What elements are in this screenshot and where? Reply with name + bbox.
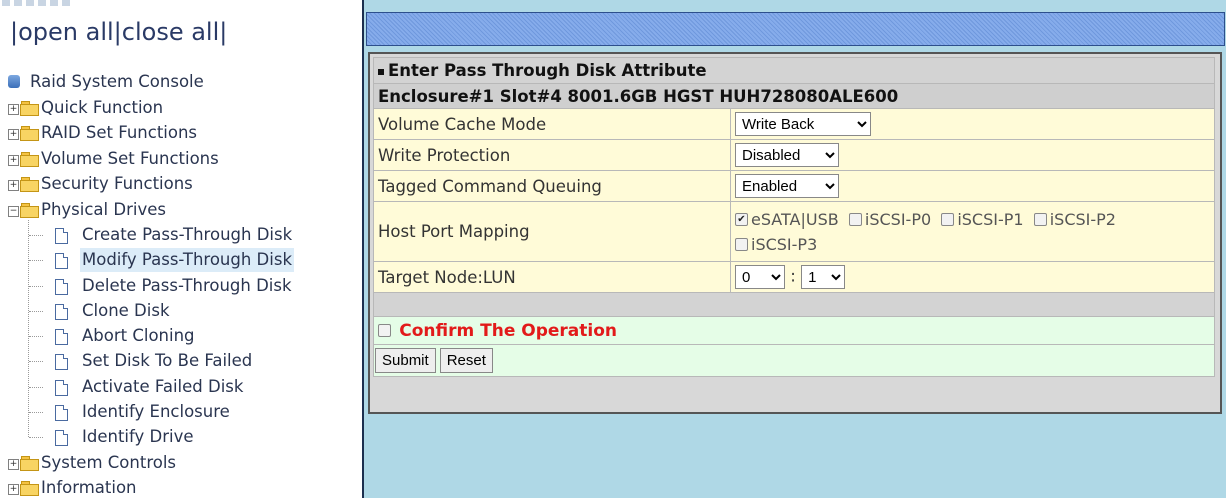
write-protection-label: Write Protection <box>373 139 731 171</box>
target-node-select[interactable]: 0 <box>735 265 785 289</box>
form-title-text: Enter Pass Through Disk Attribute <box>388 61 707 80</box>
host-port-mapping-label: Host Port Mapping <box>373 201 731 262</box>
port-label: eSATA|USB <box>751 209 839 229</box>
target-node-lun-label: Target Node:LUN <box>373 261 731 293</box>
tree-folder-label: Security Functions <box>41 174 193 193</box>
bullet-icon <box>378 68 384 75</box>
collapse-icon[interactable]: − <box>8 206 19 217</box>
checkbox-icon[interactable] <box>848 212 862 226</box>
expand-icon[interactable]: + <box>8 129 19 140</box>
confirm-checkbox[interactable] <box>378 323 391 337</box>
confirm-label[interactable]: Confirm The Operation <box>399 321 617 341</box>
write-protection-select[interactable]: Disabled <box>735 143 839 167</box>
expand-icon[interactable]: + <box>8 180 19 191</box>
checkbox-icon[interactable] <box>1033 212 1047 226</box>
separator: | <box>113 18 122 46</box>
tree-connector <box>28 220 29 437</box>
write-protection-cell: Disabled <box>730 139 1215 171</box>
page-icon <box>55 253 68 269</box>
open-close-links: |open all|close all| <box>10 18 227 46</box>
folder-icon <box>20 456 39 471</box>
page-icon <box>55 329 68 345</box>
folder-icon <box>20 101 39 116</box>
page-icon <box>55 354 68 370</box>
expand-icon[interactable]: + <box>8 484 19 495</box>
tree-item-label: Identify Enclosure <box>82 402 230 421</box>
form-panel: Enter Pass Through Disk Attribute Enclos… <box>368 52 1222 414</box>
tree-item-label: Abort Cloning <box>82 326 195 345</box>
tree-folder-label: Quick Function <box>41 98 164 117</box>
expand-icon[interactable]: + <box>8 155 19 166</box>
tree-item-label: Identify Drive <box>82 427 194 446</box>
tree-folder-label: System Controls <box>41 453 177 472</box>
tree-folder-label: RAID Set Functions <box>41 123 198 142</box>
banner <box>366 12 1225 46</box>
tree-item-label: Activate Failed Disk <box>82 377 244 396</box>
page-icon <box>55 430 68 446</box>
separator: | <box>10 18 19 46</box>
content-pane: Enter Pass Through Disk Attribute Enclos… <box>364 0 1226 498</box>
cache-mode-cell: Write Back <box>730 108 1215 140</box>
tree-item-label: Set Disk To Be Failed <box>82 351 253 370</box>
folder-icon <box>20 177 39 192</box>
target-lun-select[interactable]: 1 <box>801 265 846 289</box>
tcq-label: Tagged Command Queuing <box>373 170 731 202</box>
confirm-row: Confirm The Operation <box>373 316 1215 345</box>
tcq-select[interactable]: Enabled <box>735 174 839 198</box>
port-iscsi-p3[interactable]: iSCSI-P3 <box>735 235 817 254</box>
page-icon <box>55 279 68 295</box>
submit-button[interactable]: Submit <box>375 348 436 373</box>
expand-icon[interactable]: + <box>8 104 19 115</box>
buttons-row: Submit Reset <box>373 344 1215 377</box>
reset-button[interactable]: Reset <box>439 348 493 373</box>
tree-item-label: Clone Disk <box>82 301 170 320</box>
disk-info: Enclosure#1 Slot#4 8001.6GB HGST HUH7280… <box>373 83 1215 109</box>
expand-icon[interactable]: + <box>8 459 19 470</box>
port-label: iSCSI-P0 <box>864 209 932 229</box>
page-icon <box>55 228 68 244</box>
folder-icon <box>20 481 39 496</box>
port-label: iSCSI-P1 <box>957 209 1024 229</box>
cache-mode-label: Volume Cache Mode <box>373 108 731 140</box>
port-label: iSCSI-P2 <box>1049 209 1116 229</box>
tree-folder-label: Volume Set Functions <box>41 149 219 168</box>
cache-mode-select[interactable]: Write Back <box>735 112 871 136</box>
tree-folder-label: Information <box>41 478 137 497</box>
checkbox-icon[interactable] <box>941 212 955 226</box>
separator: | <box>219 18 228 46</box>
tree-item-label: Create Pass-Through Disk <box>82 225 293 244</box>
folder-icon <box>20 126 39 141</box>
checkbox-checked-icon[interactable]: ✔ <box>735 212 748 226</box>
attribute-form: Enter Pass Through Disk Attribute Enclos… <box>373 57 1215 377</box>
console-icon <box>8 75 20 88</box>
port-iscsi-p0[interactable]: iSCSI-P0 <box>848 209 932 229</box>
folder-open-icon <box>20 203 39 218</box>
target-node-lun-cell: 0 : 1 <box>730 261 1215 293</box>
port-iscsi-p1[interactable]: iSCSI-P1 <box>941 209 1024 229</box>
tcq-cell: Enabled <box>730 170 1215 202</box>
spacer-row <box>373 292 1215 317</box>
tree-root-label: Raid System Console <box>30 72 204 91</box>
tree-folder-label: Physical Drives <box>41 200 166 219</box>
host-port-mapping-cell: ✔ eSATA|USB iSCSI-P0 iSCSI-P1 iSCSI-P2 iS… <box>730 201 1215 262</box>
target-separator: : <box>790 266 796 286</box>
port-esata-usb[interactable]: ✔ eSATA|USB <box>735 210 839 229</box>
folder-icon <box>20 152 39 167</box>
tree-item-label: Delete Pass-Through Disk <box>82 276 292 295</box>
open-all-link[interactable]: open all <box>18 18 114 46</box>
page-icon <box>55 405 68 421</box>
tree-item-label-selected: Modify Pass-Through Disk <box>80 248 294 272</box>
top-decoration <box>2 0 72 6</box>
port-iscsi-p2[interactable]: iSCSI-P2 <box>1033 209 1116 229</box>
port-label: iSCSI-P3 <box>751 234 818 254</box>
page-icon <box>55 304 68 320</box>
page-icon <box>55 380 68 396</box>
navigation-pane: |open all|close all| Raid System Console… <box>0 0 362 498</box>
checkbox-icon[interactable] <box>735 237 748 251</box>
form-title: Enter Pass Through Disk Attribute <box>373 57 1215 84</box>
close-all-link[interactable]: close all <box>122 18 220 46</box>
